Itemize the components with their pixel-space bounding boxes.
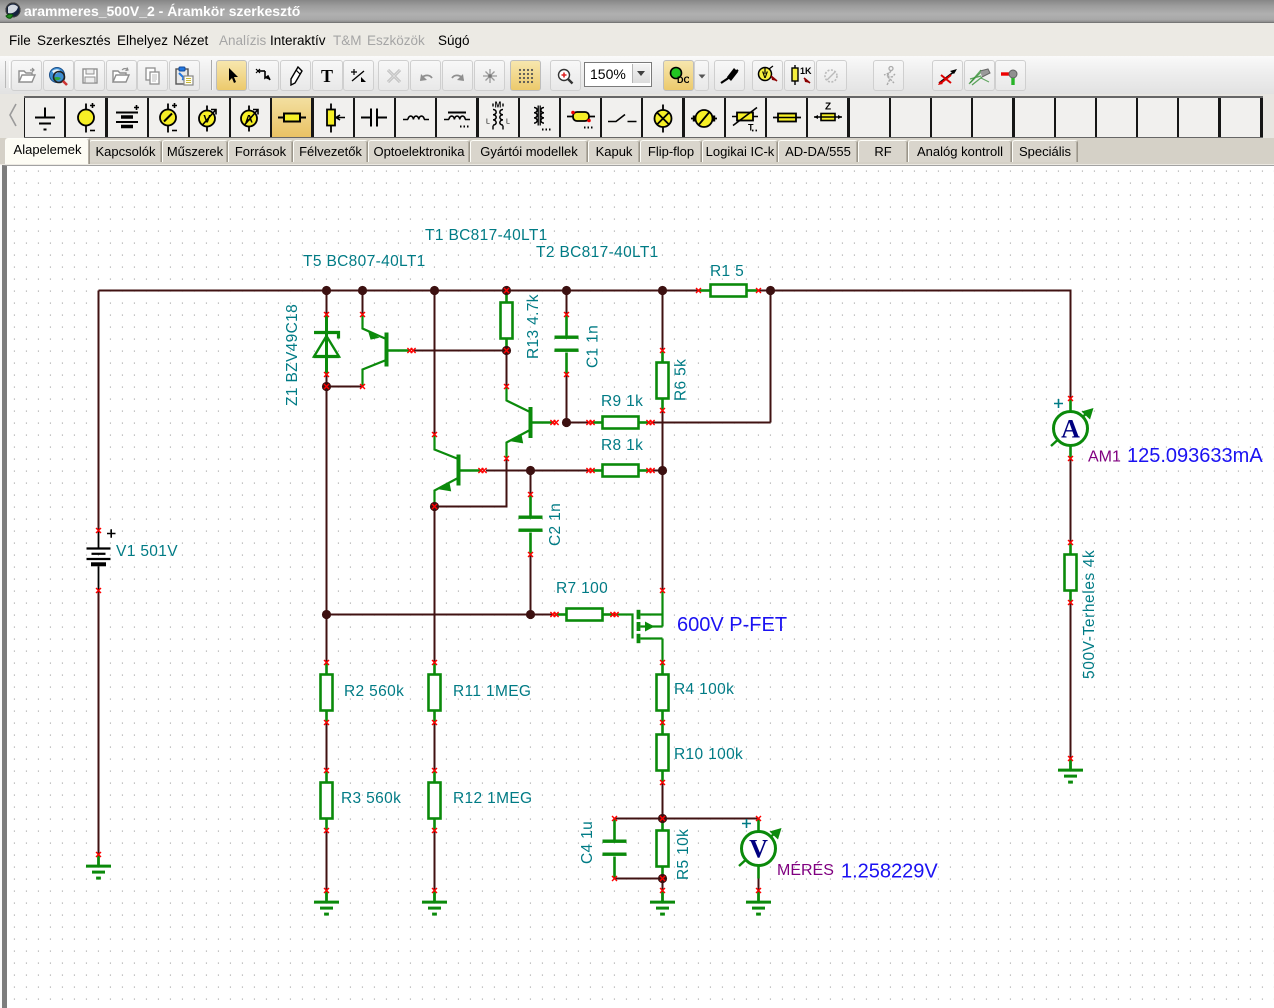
svg-text:R12 1MEG: R12 1MEG: [453, 790, 532, 807]
svg-text:V: V: [749, 835, 768, 864]
svg-text:R10 100k: R10 100k: [674, 746, 743, 763]
svg-text:T5 BC807-40LT1: T5 BC807-40LT1: [303, 253, 426, 270]
svg-text:R4 100k: R4 100k: [674, 681, 734, 698]
svg-text:500V-Terheles 4k: 500V-Terheles 4k: [1081, 550, 1098, 679]
svg-text:V1 501V: V1 501V: [116, 543, 178, 560]
svg-text:T2 BC817-40LT1: T2 BC817-40LT1: [536, 244, 659, 261]
svg-text:A: A: [1061, 415, 1080, 444]
svg-text:AM1: AM1: [1088, 449, 1121, 466]
svg-text:R6 5k: R6 5k: [673, 359, 690, 401]
svg-text:C1 1n: C1 1n: [585, 325, 602, 368]
svg-text:R11 1MEG: R11 1MEG: [453, 683, 531, 700]
svg-text:R2 560k: R2 560k: [344, 683, 404, 700]
svg-text:R8 1k: R8 1k: [601, 437, 643, 454]
svg-text:R5 10k: R5 10k: [675, 829, 692, 880]
svg-text:Z1 BZV49C18: Z1 BZV49C18: [284, 304, 301, 406]
svg-text:R13 4.7k: R13 4.7k: [525, 294, 542, 359]
svg-text:MÉRÉS: MÉRÉS: [777, 860, 834, 879]
svg-text:C2 1n: C2 1n: [547, 503, 564, 546]
svg-text:R3 560k: R3 560k: [341, 790, 401, 807]
svg-text:R7 100: R7 100: [556, 580, 608, 597]
svg-text:600V P-FET: 600V P-FET: [677, 614, 787, 636]
svg-text:R9 1k: R9 1k: [601, 393, 643, 410]
svg-text:1.258229V: 1.258229V: [841, 861, 938, 883]
svg-text:R1 5: R1 5: [710, 263, 744, 280]
svg-text:T1 BC817-40LT1: T1 BC817-40LT1: [425, 227, 548, 244]
svg-text:C4 1u: C4 1u: [579, 821, 596, 864]
svg-text:125.093633mA: 125.093633mA: [1127, 445, 1263, 467]
